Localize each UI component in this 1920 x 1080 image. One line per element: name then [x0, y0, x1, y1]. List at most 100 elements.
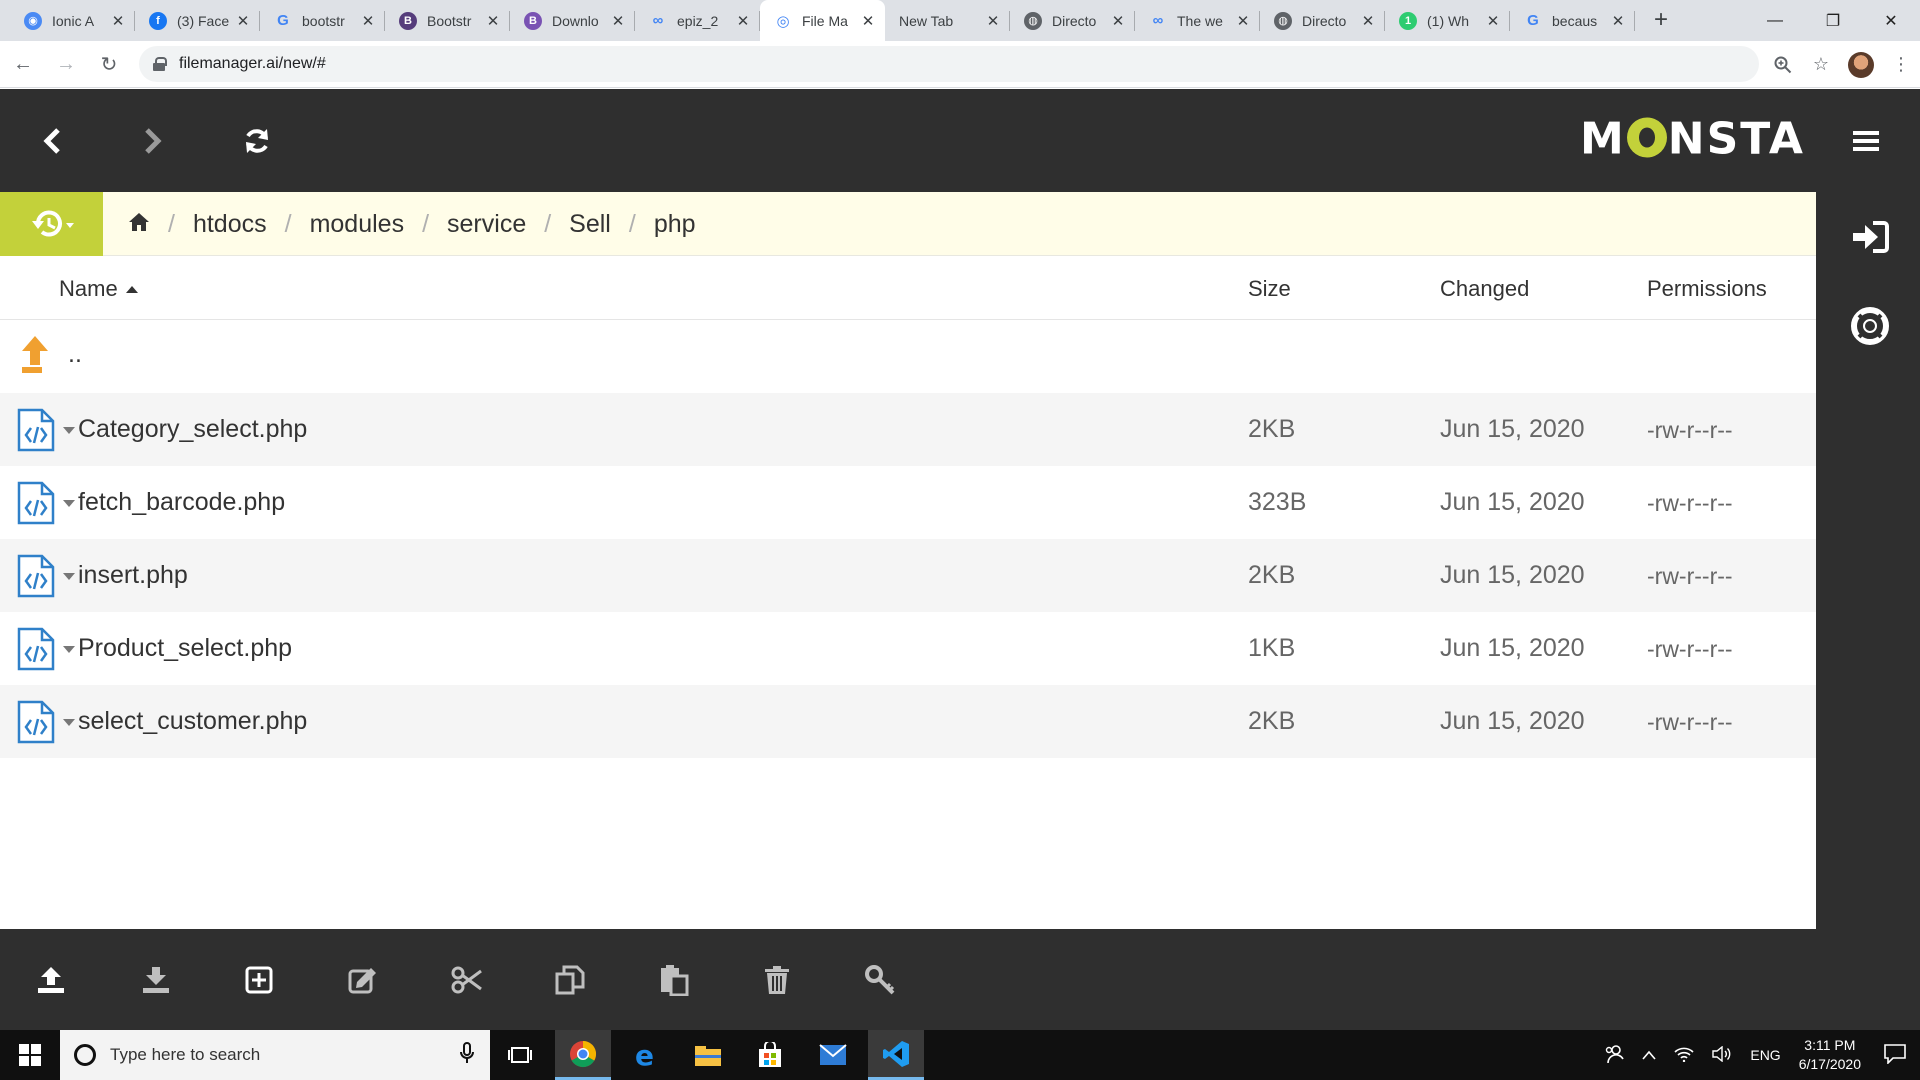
file-row[interactable]: insert.php 2KB Jun 15, 2020 -rw-r--r--	[0, 539, 1816, 612]
task-view-icon[interactable]	[492, 1030, 548, 1080]
breadcrumb-item[interactable]: Sell	[569, 210, 611, 239]
download-icon[interactable]	[134, 958, 178, 1002]
browser-tab[interactable]: Gbootstr ✕	[260, 0, 385, 41]
delete-trash-icon[interactable]	[755, 958, 799, 1002]
tab-close-icon[interactable]: ✕	[1611, 12, 1625, 30]
breadcrumb-item[interactable]: modules	[310, 210, 405, 239]
history-dropdown-button[interactable]	[0, 192, 103, 256]
browser-tab[interactable]: Gbecaus ✕	[1510, 0, 1635, 41]
browser-tab[interactable]: ◎ File Ma ✕	[760, 0, 885, 41]
breadcrumb-item[interactable]: htdocs	[193, 210, 267, 239]
clock[interactable]: 3:11 PM 6/17/2020	[1799, 1036, 1861, 1074]
mail-taskbar-icon[interactable]	[805, 1030, 861, 1080]
back-chevron-icon[interactable]	[30, 119, 74, 163]
breadcrumb-item[interactable]: php	[654, 210, 696, 239]
new-tab-button[interactable]: +	[1643, 2, 1679, 38]
volume-icon[interactable]	[1712, 1045, 1732, 1065]
maximize-icon[interactable]: ❐	[1804, 0, 1862, 41]
url-text[interactable]: filemanager.ai/new/#	[179, 55, 326, 73]
back-arrow-icon[interactable]: ←	[3, 44, 43, 84]
tab-close-icon[interactable]: ✕	[1236, 12, 1250, 30]
breadcrumb-item[interactable]: service	[447, 210, 526, 239]
browser-tab[interactable]: B Bootstr ✕	[385, 0, 510, 41]
refresh-icon[interactable]	[235, 119, 279, 163]
browser-tab[interactable]: ∞ epiz_2 ✕	[635, 0, 760, 41]
tab-close-icon[interactable]: ✕	[986, 12, 1000, 30]
tab-close-icon[interactable]: ✕	[236, 12, 250, 30]
column-name-header[interactable]: Name	[59, 276, 138, 302]
login-icon[interactable]	[1848, 215, 1892, 259]
tab-close-icon[interactable]: ✕	[1111, 12, 1125, 30]
column-size-header[interactable]: Size	[1248, 276, 1291, 302]
wifi-icon[interactable]	[1674, 1046, 1694, 1065]
browser-tab[interactable]: f (3) Face ✕	[135, 0, 260, 41]
browser-tab[interactable]: B Downlo ✕	[510, 0, 635, 41]
file-context-menu-caret-icon[interactable]	[63, 500, 75, 507]
file-name[interactable]: select_customer.php	[78, 707, 307, 736]
minimize-icon[interactable]: —	[1746, 0, 1804, 41]
column-changed-header[interactable]: Changed	[1440, 276, 1529, 302]
help-lifebuoy-icon[interactable]	[1848, 304, 1892, 348]
file-row[interactable]: fetch_barcode.php 323B Jun 15, 2020 -rw-r--…	[0, 466, 1816, 539]
tab-close-icon[interactable]: ✕	[611, 12, 625, 30]
file-context-menu-caret-icon[interactable]	[63, 427, 75, 434]
file-explorer-taskbar-icon[interactable]	[680, 1030, 736, 1080]
bookmark-star-icon[interactable]: ☆	[1802, 46, 1840, 84]
file-name[interactable]: Product_select.php	[78, 634, 292, 663]
windows-start-icon[interactable]	[0, 1030, 60, 1080]
tab-close-icon[interactable]: ✕	[486, 12, 500, 30]
tab-close-icon[interactable]: ✕	[361, 12, 375, 30]
file-context-menu-caret-icon[interactable]	[63, 573, 75, 580]
browser-tab[interactable]: ◉ Ionic A ✕	[10, 0, 135, 41]
forward-chevron-icon[interactable]	[131, 119, 175, 163]
file-name[interactable]: fetch_barcode.php	[78, 488, 285, 517]
url-omnibox[interactable]: filemanager.ai/new/#	[139, 46, 1759, 82]
zoom-icon[interactable]	[1764, 46, 1802, 84]
forward-arrow-icon[interactable]: →	[46, 44, 86, 84]
file-row[interactable]: Category_select.php 2KB Jun 15, 2020 -rw-r-…	[0, 393, 1816, 466]
tab-close-icon[interactable]: ✕	[861, 12, 875, 30]
taskbar-search-box[interactable]: Type here to search	[60, 1030, 490, 1080]
home-icon[interactable]	[128, 210, 150, 239]
browser-tab[interactable]: ◍ Directo ✕	[1010, 0, 1135, 41]
browser-tab[interactable]: New Tab ✕	[885, 0, 1010, 41]
vscode-taskbar-icon[interactable]	[868, 1030, 924, 1080]
browser-tab[interactable]: ◍ Directo ✕	[1260, 0, 1385, 41]
permissions-key-icon[interactable]	[858, 958, 902, 1002]
paste-icon[interactable]	[652, 958, 696, 1002]
edit-icon[interactable]	[341, 958, 385, 1002]
column-permissions-header[interactable]: Permissions	[1647, 276, 1767, 302]
file-context-menu-caret-icon[interactable]	[63, 646, 75, 653]
tab-close-icon[interactable]: ✕	[1486, 12, 1500, 30]
language-indicator[interactable]: ENG	[1750, 1047, 1780, 1063]
cut-scissors-icon[interactable]	[445, 958, 489, 1002]
tab-close-icon[interactable]: ✕	[111, 12, 125, 30]
browser-tab[interactable]: 1 (1) Wh ✕	[1385, 0, 1510, 41]
close-window-icon[interactable]: ✕	[1862, 0, 1920, 41]
hamburger-menu-icon[interactable]	[1844, 119, 1888, 163]
lock-icon[interactable]	[153, 57, 167, 71]
parent-directory-row[interactable]: ..	[0, 320, 1816, 393]
browser-tab[interactable]: ∞ The we ✕	[1135, 0, 1260, 41]
store-taskbar-icon[interactable]	[742, 1030, 798, 1080]
chrome-taskbar-icon[interactable]	[555, 1030, 611, 1080]
browser-menu-icon[interactable]: ⋮	[1882, 46, 1920, 84]
new-item-icon[interactable]	[237, 958, 281, 1002]
reload-icon[interactable]: ↻	[89, 44, 129, 84]
notifications-icon[interactable]	[1884, 1043, 1906, 1067]
people-icon[interactable]	[1604, 1044, 1625, 1067]
file-context-menu-caret-icon[interactable]	[63, 719, 75, 726]
file-row[interactable]: select_customer.php 2KB Jun 15, 2020 -rw-r-…	[0, 685, 1816, 758]
file-row[interactable]: Product_select.php 1KB Jun 15, 2020 -rw-r--…	[0, 612, 1816, 685]
profile-avatar[interactable]	[1848, 51, 1874, 78]
edge-taskbar-icon[interactable]: e	[618, 1030, 674, 1080]
tab-close-icon[interactable]: ✕	[736, 12, 750, 30]
microphone-icon[interactable]	[460, 1041, 490, 1069]
file-name[interactable]: Category_select.php	[78, 415, 307, 444]
tab-close-icon[interactable]: ✕	[1361, 12, 1375, 30]
history-icon	[31, 210, 74, 237]
copy-icon[interactable]	[548, 958, 592, 1002]
show-hidden-icons-chevron-icon[interactable]	[1642, 1047, 1656, 1063]
file-name[interactable]: insert.php	[78, 561, 188, 590]
upload-icon[interactable]	[29, 958, 73, 1002]
